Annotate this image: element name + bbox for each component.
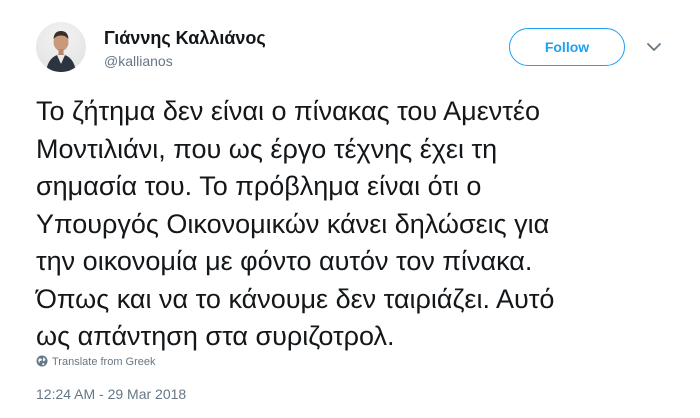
person-photo-icon bbox=[46, 31, 76, 72]
tweet-header: Γιάννης Καλλιάνος @kallianos Follow bbox=[36, 22, 676, 78]
tweet-text-line: Μοντιλιάνι, που ως έργο τέχνης έχει τη bbox=[36, 133, 498, 164]
globe-icon bbox=[36, 355, 48, 367]
tweet-text-line: Υπουργός Οικονομικών κάνει δηλώσεις για bbox=[36, 208, 550, 239]
author-name[interactable]: Γιάννης Καλλιάνος bbox=[104, 27, 266, 49]
tweet-text-line: την οικονομία με φόντο αυτόν τον πίνακα. bbox=[36, 246, 533, 276]
translate-label: Translate from Greek bbox=[52, 356, 156, 368]
avatar[interactable] bbox=[36, 22, 86, 72]
tweet-text-line: σημασία του. Το πρόβλημα είναι ότι ο bbox=[36, 171, 482, 201]
translate-link[interactable]: Translate from Greek bbox=[36, 355, 156, 369]
follow-button[interactable]: Follow bbox=[509, 28, 625, 66]
tweet-card: Γιάννης Καλλιάνος @kallianos Follow Το ζ… bbox=[0, 0, 700, 418]
tweet-text: Το ζήτημα δεν είναι ο πίνακας του Αμεντέ… bbox=[36, 93, 676, 356]
tweet-timestamp[interactable]: 12:24 AM - 29 Mar 2018 bbox=[36, 385, 186, 403]
chevron-down-icon bbox=[647, 43, 661, 51]
tweet-text-line: ως απάντηση στα συριζοτρολ. bbox=[36, 321, 395, 351]
more-options-button[interactable] bbox=[644, 37, 664, 57]
author-handle[interactable]: @kallianos bbox=[104, 52, 173, 70]
tweet-text-line: Όπως και να το κάνουμε δεν ταιριάζει. Αυ… bbox=[36, 283, 555, 314]
tweet-text-line: Το ζήτημα δεν είναι ο πίνακας του Αμεντέ… bbox=[36, 96, 540, 126]
